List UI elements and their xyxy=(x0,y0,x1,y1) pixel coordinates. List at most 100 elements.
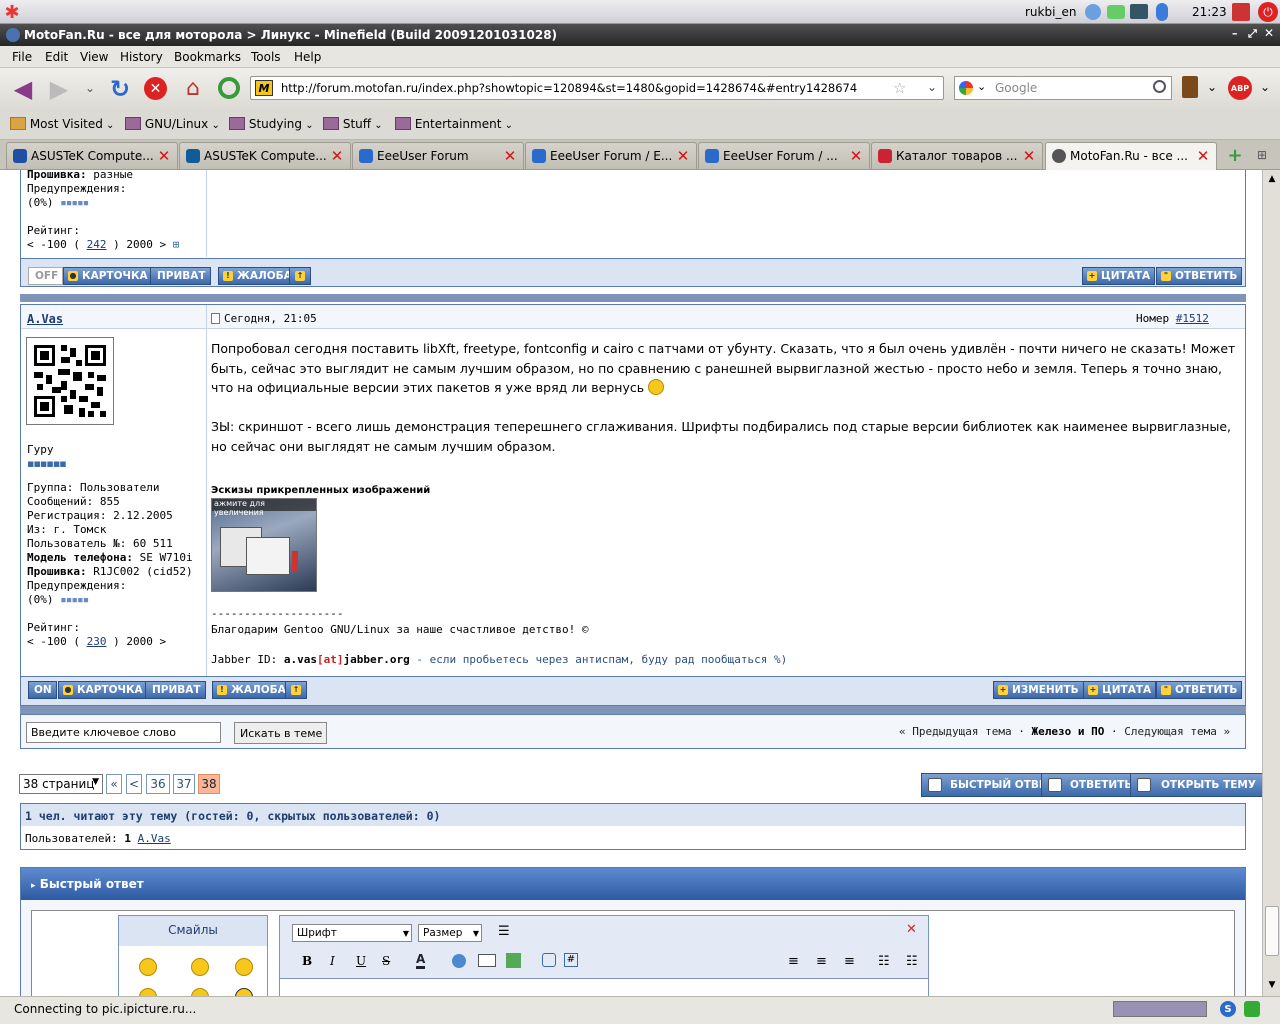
bookmarks-dropdown-icon[interactable]: ⌄ xyxy=(1207,80,1217,94)
network-icon[interactable] xyxy=(1085,4,1101,20)
addon-icon[interactable] xyxy=(218,77,240,99)
reply-topic-button[interactable]: ОТВЕТИТЬ xyxy=(1041,773,1140,797)
scroll-top-button[interactable]: ↑ xyxy=(285,681,307,699)
tab-list-icon[interactable]: ⊞ xyxy=(1254,147,1270,163)
back-arrow-icon[interactable]: ◀ xyxy=(10,75,36,103)
page-37[interactable]: 37 xyxy=(173,774,195,794)
fast-reply-button[interactable]: БЫСТРЫЙ ОТВЕТ xyxy=(921,773,1061,797)
monitor-icon[interactable] xyxy=(1130,4,1148,19)
app-menu-icon[interactable]: ✱ xyxy=(2,2,22,23)
reader-link[interactable]: A.Vas xyxy=(138,832,171,845)
close-tab-icon[interactable]: ✕ xyxy=(503,149,517,164)
bookmark-studying[interactable]: Studying ⌄ xyxy=(229,117,314,131)
quote-icon[interactable] xyxy=(542,953,556,967)
edit-button[interactable]: + ИЗМЕНИТЬ xyxy=(993,681,1084,699)
tab-eeeuser-1[interactable]: EeeUser Forum ✕ xyxy=(352,142,524,169)
vertical-scrollbar[interactable]: ▲ ▼ xyxy=(1262,170,1280,996)
smile-wink-icon[interactable] xyxy=(191,988,209,996)
prev-topic-link[interactable]: « Предыдущая тема xyxy=(899,725,1012,738)
page-36[interactable]: 36 xyxy=(146,774,170,794)
close-editor-icon[interactable]: ✕ xyxy=(906,922,917,937)
bookmark-most-visited[interactable]: Most Visited ⌄ xyxy=(10,117,114,131)
reply-button[interactable]: " ОТВЕТИТЬ xyxy=(1156,681,1243,699)
attachment-thumbnail[interactable]: ажмите для увеличения xyxy=(211,498,317,592)
menu-file[interactable]: File xyxy=(12,50,32,64)
smile-sad-icon[interactable] xyxy=(139,958,157,976)
keyboard-layout[interactable]: rukbi_en xyxy=(1025,5,1076,19)
url-text[interactable]: http://forum.motofan.ru/index.php?showto… xyxy=(281,81,857,95)
email-icon[interactable] xyxy=(506,953,521,968)
volume-icon[interactable] xyxy=(1107,5,1125,19)
adblock-icon[interactable]: ABP xyxy=(1228,76,1252,100)
post-author[interactable]: A.Vas xyxy=(27,312,63,326)
bookmark-gnu-linux[interactable]: GNU/Linux ⌄ xyxy=(125,117,220,131)
pages-select[interactable]: 38 страниц ▼ xyxy=(19,774,103,794)
tab-asustek-1[interactable]: ASUSTeK Compute... ✕ xyxy=(6,142,178,169)
strike-button[interactable]: S xyxy=(382,954,390,968)
code-icon[interactable]: # xyxy=(564,953,578,967)
prev-page-button[interactable]: < xyxy=(126,774,142,794)
tab-motofan[interactable]: MotoFan.Ru - все ... ✕ xyxy=(1045,142,1217,170)
text-color-button[interactable]: A xyxy=(416,952,426,969)
new-tab-icon[interactable]: + xyxy=(1226,145,1244,166)
new-topic-button[interactable]: ОТКРЫТЬ ТЕМУ xyxy=(1130,773,1262,797)
bookmark-star-icon[interactable]: ☆ xyxy=(893,79,906,97)
addon-status-icon[interactable] xyxy=(1244,1001,1260,1017)
menu-bookmarks[interactable]: Bookmarks xyxy=(174,50,241,64)
smile-angry-icon[interactable] xyxy=(139,988,157,996)
menu-tools[interactable]: Tools xyxy=(251,50,281,64)
forum-link[interactable]: Железо и ПО xyxy=(1031,725,1104,738)
bookmarks-icon[interactable] xyxy=(1182,76,1198,98)
close-tab-icon[interactable]: ✕ xyxy=(157,149,171,164)
clock[interactable]: 21:23 xyxy=(1192,5,1227,19)
post-number-link[interactable]: #1512 xyxy=(1176,312,1209,325)
pm-button[interactable]: ПРИВАТ xyxy=(145,681,206,699)
quick-reply-header[interactable]: ▸ Быстрый ответ xyxy=(21,868,1245,900)
card-button[interactable]: ● КАРТОЧКА xyxy=(58,681,148,699)
bluetooth-icon[interactable] xyxy=(1156,3,1168,21)
history-dropdown-icon[interactable]: ⌄ xyxy=(82,78,98,98)
search-input[interactable]: Google xyxy=(995,81,1037,95)
indent-icon[interactable]: ☰ xyxy=(498,924,510,939)
close-tab-icon[interactable]: ✕ xyxy=(330,149,344,164)
maximize-button[interactable]: ⤢ xyxy=(1248,27,1257,41)
quote-button[interactable]: + ЦИТАТА xyxy=(1082,267,1156,285)
scroll-thumb[interactable] xyxy=(1265,906,1279,956)
scroll-top-button[interactable]: ↑ xyxy=(289,267,311,285)
skype-icon[interactable]: S xyxy=(1220,1001,1236,1017)
report-button[interactable]: ! ЖАЛОБА xyxy=(218,267,297,285)
image-icon[interactable] xyxy=(478,954,496,967)
font-select[interactable]: Шрифт ▼ xyxy=(292,924,412,942)
ordered-list-icon[interactable]: ☷ xyxy=(878,954,890,969)
align-center-icon[interactable]: ≡ xyxy=(816,954,827,969)
menu-edit[interactable]: Edit xyxy=(45,50,68,64)
tab-eeeuser-2[interactable]: EeeUser Forum / E... ✕ xyxy=(525,142,697,169)
card-button[interactable]: ● КАРТОЧКА xyxy=(63,267,153,285)
close-window-button[interactable]: ✕ xyxy=(1264,26,1274,40)
next-topic-link[interactable]: Следующая тема » xyxy=(1124,725,1230,738)
forward-arrow-icon[interactable]: ▶ xyxy=(46,75,72,103)
topic-search-input[interactable]: Введите ключевое слово xyxy=(26,722,221,743)
underline-button[interactable]: U xyxy=(356,954,366,968)
adblock-dropdown-icon[interactable]: ⌄ xyxy=(1260,80,1270,94)
power-icon[interactable]: ⏻ xyxy=(1258,2,1278,22)
url-dropdown-icon[interactable]: ⌄ xyxy=(927,80,937,94)
logout-icon[interactable] xyxy=(1232,3,1250,21)
bookmark-stuff[interactable]: Stuff ⌄ xyxy=(323,117,383,131)
close-tab-icon[interactable]: ✕ xyxy=(676,149,690,164)
tab-asustek-2[interactable]: ASUSTeK Compute... ✕ xyxy=(179,142,351,169)
stop-icon[interactable]: ✕ xyxy=(144,77,167,100)
google-icon[interactable] xyxy=(959,81,973,95)
align-left-icon[interactable]: ≡ xyxy=(788,954,799,969)
first-page-button[interactable]: « xyxy=(106,774,122,794)
reload-icon[interactable]: ↻ xyxy=(107,75,133,103)
close-tab-icon[interactable]: ✕ xyxy=(1022,149,1036,164)
pm-button[interactable]: ПРИВАТ xyxy=(150,267,211,285)
quote-button[interactable]: + ЦИТАТА xyxy=(1083,681,1157,699)
menu-help[interactable]: Help xyxy=(294,50,321,64)
menu-history[interactable]: History xyxy=(120,50,163,64)
bookmark-entertainment[interactable]: Entertainment ⌄ xyxy=(395,117,513,131)
url-bar[interactable]: M http://forum.motofan.ru/index.php?show… xyxy=(250,76,944,100)
tab-eeeuser-3[interactable]: EeeUser Forum / ... ✕ xyxy=(698,142,870,169)
smile-happy-icon[interactable] xyxy=(191,958,209,976)
